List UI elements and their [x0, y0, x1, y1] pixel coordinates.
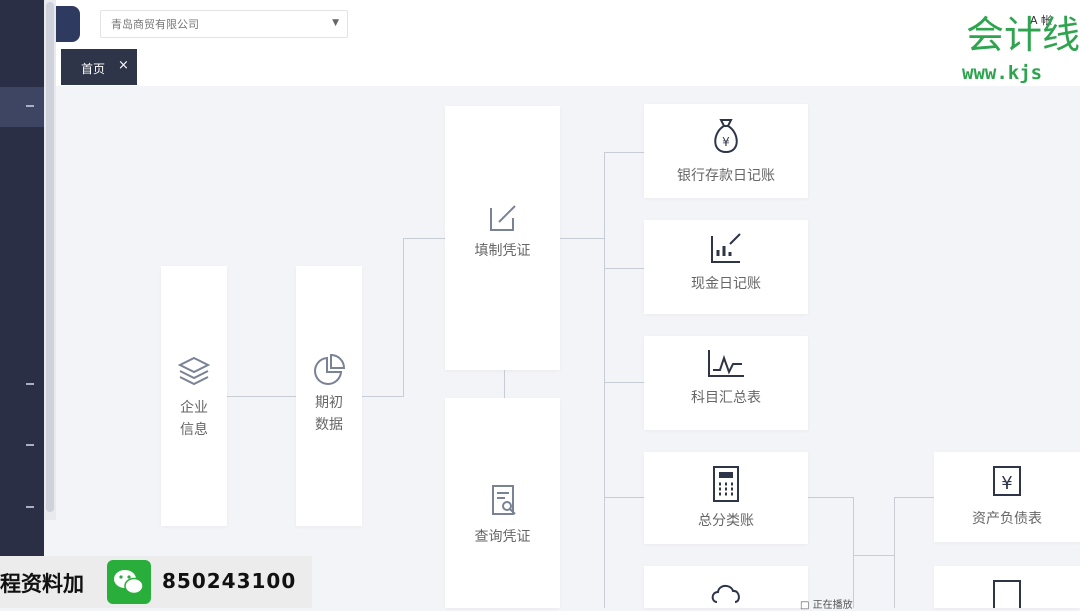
connector-line: [604, 497, 644, 498]
document-icon: [993, 580, 1021, 608]
company-select-value: 青岛商贸有限公司: [111, 18, 199, 31]
promo-text: 程资料加: [0, 572, 84, 596]
watermark-url: www.kjs: [962, 62, 1043, 84]
close-icon[interactable]: ×: [118, 58, 129, 73]
detail-ledger-card[interactable]: 总分类账: [644, 452, 808, 544]
promo-banner: 程资料加 850243100: [0, 556, 312, 608]
wechat-icon: [107, 560, 151, 604]
connector-line: [604, 268, 644, 269]
calculator-icon: [713, 466, 739, 502]
query-voucher-label: 查询凭证: [474, 529, 531, 545]
connector-line: [894, 497, 934, 498]
balance-sheet-card[interactable]: ¥ 资产负债表: [934, 452, 1080, 542]
cash-journal-label: 现金日记账: [691, 276, 761, 292]
yen-doc-icon: ¥: [993, 466, 1021, 496]
cash-journal-card[interactable]: 现金日记账: [644, 220, 808, 314]
connector-line: [604, 152, 605, 608]
connector-line: [226, 396, 296, 397]
tab-bar: [56, 46, 1080, 86]
tab-home-label: 首页: [81, 62, 106, 76]
balance-sheet-label: 资产负债表: [972, 511, 1042, 527]
company-info-label: 企业信息: [180, 400, 208, 438]
line-chart-icon: [708, 350, 744, 377]
connector-line: [604, 152, 644, 153]
detail-ledger-label: 总分类账: [698, 513, 754, 529]
tab-home[interactable]: 首页 ×: [61, 49, 137, 85]
scrollbar-thumb[interactable]: [46, 2, 54, 512]
svg-text:¥: ¥: [1001, 473, 1012, 494]
partial-card-2[interactable]: [934, 566, 1080, 608]
company-select[interactable]: 青岛商贸有限公司 ▼: [100, 10, 348, 38]
sidebar-item-active[interactable]: [0, 87, 44, 127]
bank-journal-label: 银行存款日记账: [677, 168, 775, 184]
connector-line: [403, 238, 404, 396]
partial-card[interactable]: [644, 566, 808, 608]
sidebar-item-icon[interactable]: [26, 383, 34, 385]
connector-line: [894, 497, 895, 608]
cloud-icon: [711, 584, 740, 603]
promo-number: 850243100: [162, 569, 297, 593]
connector-line: [853, 497, 854, 608]
sidebar-item-icon[interactable]: [26, 444, 34, 446]
chevron-down-icon: ▼: [332, 18, 339, 28]
layers-icon: [177, 356, 211, 386]
sidebar-item-icon[interactable]: [26, 506, 34, 508]
company-info-card[interactable]: 企业信息: [161, 266, 227, 526]
connector-line: [853, 555, 895, 556]
app-logo: [56, 6, 80, 42]
money-bag-icon: ¥: [714, 119, 738, 154]
opening-data-label: 期初数据: [315, 395, 343, 433]
menu-dash-icon: [26, 105, 34, 107]
pie-chart-icon: [314, 353, 346, 385]
sidebar: [0, 0, 44, 608]
connector-line: [504, 370, 505, 398]
query-voucher-card[interactable]: 查询凭证: [445, 398, 560, 608]
document-search-icon: [491, 485, 516, 515]
connector-line: [604, 382, 644, 383]
fill-voucher-card[interactable]: 填制凭证: [445, 106, 560, 370]
connector-line: [403, 238, 445, 239]
connector-line: [808, 497, 854, 498]
watermark-brand: 会计线: [965, 13, 1080, 57]
connector-line: [362, 396, 404, 397]
status-tray: □ 正在播放: [800, 600, 853, 611]
edit-icon: [489, 205, 516, 231]
opening-data-card[interactable]: 期初数据: [296, 266, 362, 526]
connector-line: [560, 238, 604, 239]
fill-voucher-label: 填制凭证: [474, 243, 531, 259]
subject-summary-label: 科目汇总表: [691, 390, 761, 406]
bank-journal-card[interactable]: ¥ 银行存款日记账: [644, 104, 808, 198]
subject-summary-card[interactable]: 科目汇总表: [644, 336, 808, 430]
cash-chart-icon: [711, 233, 741, 263]
svg-text:¥: ¥: [722, 135, 730, 149]
